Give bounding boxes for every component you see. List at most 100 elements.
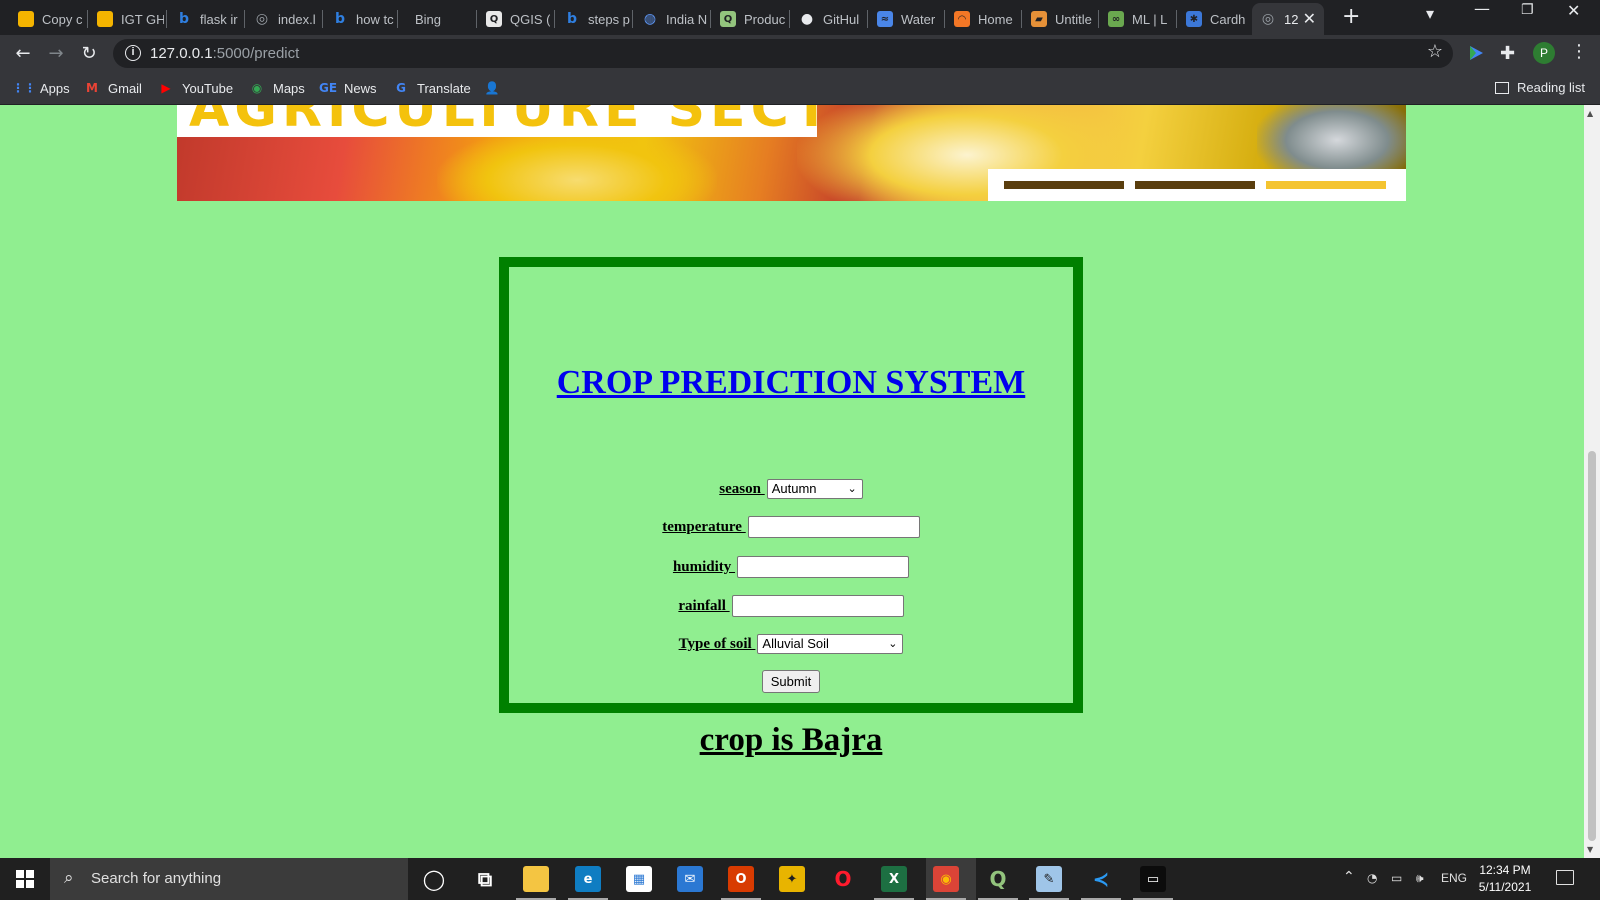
humidity-input[interactable] — [737, 556, 910, 578]
site-info-icon[interactable]: i — [125, 45, 141, 61]
puzzle-app-icon[interactable]: ✦ — [779, 866, 805, 892]
bookmark-item[interactable]: M Gmail — [84, 80, 142, 96]
browser-tab[interactable]: ◍ India N — [634, 3, 708, 35]
chrome-icon[interactable]: ◉ — [933, 866, 959, 892]
profile-avatar[interactable]: P — [1533, 42, 1555, 64]
humidity-row: humidity — [509, 556, 1073, 578]
season-select[interactable]: Autumn ⌄ — [766, 479, 863, 499]
browser-tab[interactable]: Copy c — [10, 3, 85, 35]
url-text[interactable]: 127.0.0.1:5000/predict — [150, 45, 299, 62]
extensions-puzzle-icon[interactable]: ✚ — [1500, 43, 1520, 64]
reload-icon[interactable]: ↻ — [76, 41, 102, 67]
new-tab-button[interactable]: + — [1342, 4, 1360, 29]
submit-button[interactable]: Submit — [761, 670, 821, 693]
tab-separator — [632, 10, 633, 28]
browser-tab[interactable]: ≈ Water — [869, 3, 942, 35]
browser-tab[interactable]: ● GitHul — [791, 3, 865, 35]
battery-icon[interactable]: ▭ — [1391, 871, 1402, 885]
wifi-icon[interactable]: ◔ — [1367, 871, 1377, 885]
notepad-icon[interactable]: ✎ — [1036, 866, 1062, 892]
jupyter-icon: ◠ — [954, 11, 970, 27]
qgis-icon[interactable]: Q — [985, 866, 1011, 892]
browser-tab-title: index.l — [278, 11, 316, 27]
browser-tab-title: how tc — [356, 11, 394, 27]
rainfall-input[interactable] — [731, 595, 904, 617]
office-icon[interactable]: O — [728, 866, 754, 892]
edge-icon[interactable]: e — [575, 866, 601, 892]
season-label: season — [719, 480, 765, 497]
soil-select-value: Alluvial Soil — [762, 636, 829, 651]
url-path: :5000/predict — [212, 45, 300, 62]
browser-tab[interactable]: Q QGIS ( — [478, 3, 552, 35]
bookmark-item[interactable]: ◉ Maps — [249, 80, 305, 96]
address-bar[interactable]: i 127.0.0.1:5000/predict ☆ — [113, 39, 1453, 68]
language-indicator[interactable]: ENG — [1441, 871, 1467, 885]
reading-list-button[interactable]: Reading list — [1495, 80, 1585, 95]
agriculture-banner: AGRICULTURE SECTOR — [177, 105, 1406, 201]
scroll-down-icon[interactable]: ▼ — [1587, 845, 1593, 854]
slides-icon — [97, 11, 113, 27]
tab-separator — [554, 10, 555, 28]
browser-toolbar: ← → ↻ i 127.0.0.1:5000/predict ☆ ✚ P ⋮ — [0, 35, 1600, 72]
bookmark-item[interactable]: ▶ YouTube — [158, 80, 233, 96]
browser-tab[interactable]: b how tc — [324, 3, 395, 35]
windows-taskbar: ⌕ Search for anything ⌃ ◔ ▭ 🕪 ENG 12:34 … — [0, 858, 1600, 900]
contacts-icon: 👤 — [484, 81, 500, 95]
browser-tab-title: flask ir — [200, 11, 238, 27]
system-clock[interactable]: 12:34 PM 5/11/2021 — [1470, 862, 1540, 896]
menu-kebab-icon[interactable]: ⋮ — [1570, 41, 1588, 62]
minimize-button[interactable]: — — [1474, 0, 1490, 18]
windows-start-icon[interactable] — [16, 870, 34, 888]
bookmark-item[interactable]: GE News — [319, 80, 377, 96]
browser-tab[interactable]: IGT GH — [89, 3, 164, 35]
store-icon[interactable]: ▦ — [626, 866, 652, 892]
taskbar-search[interactable]: ⌕ Search for anything — [50, 858, 408, 900]
mail-icon[interactable]: ✉ — [677, 866, 703, 892]
scroll-up-icon[interactable]: ▲ — [1587, 109, 1593, 118]
vscode-icon[interactable]: ≺ — [1088, 866, 1114, 892]
browser-tab[interactable]: b flask ir — [168, 3, 242, 35]
volume-icon[interactable]: 🕪 — [1416, 871, 1424, 886]
browser-tab[interactable]: ∞ ML | L — [1100, 3, 1174, 35]
browser-tab-title: Cardh — [1210, 11, 1246, 27]
notification-center-icon[interactable] — [1556, 870, 1574, 885]
browser-tab[interactable]: ◎ index.l — [246, 3, 320, 35]
browser-tab[interactable]: Q Produc — [712, 3, 787, 35]
browser-tab-title: IGT GH — [121, 11, 164, 27]
browser-tab-title: GitHul — [823, 11, 860, 27]
task-view-icon[interactable]: ⧉ — [472, 866, 498, 892]
bookmark-item[interactable]: 👤 — [484, 80, 508, 96]
scroll-thumb[interactable] — [1588, 451, 1596, 841]
forward-arrow-icon[interactable]: → — [43, 41, 69, 67]
bookmark-item[interactable]: G Translate — [393, 80, 471, 96]
browser-tab[interactable]: ✱ Cardh — [1178, 3, 1248, 35]
bookmark-label: YouTube — [182, 80, 234, 96]
opera-icon[interactable]: O — [830, 866, 856, 892]
soil-select[interactable]: Alluvial Soil ⌄ — [757, 634, 904, 654]
tab-search-icon[interactable]: ▾ — [1426, 4, 1434, 23]
temperature-input[interactable] — [747, 516, 920, 538]
form-title-link[interactable]: CROP PREDICTION SYSTEM — [509, 364, 1073, 402]
close-tab-icon[interactable]: ✕ — [1303, 9, 1316, 28]
browser-tab[interactable]: ◠ Home — [946, 3, 1019, 35]
globe-icon: ◎ — [255, 11, 269, 27]
bookmark-item[interactable]: ⋮⋮ Apps — [12, 80, 70, 96]
browser-tab[interactable]: ◎ 12 ✕ — [1252, 3, 1324, 35]
cortana-icon[interactable]: ◯ — [421, 866, 447, 892]
asterisk-icon: ✱ — [1186, 11, 1202, 27]
bookmark-star-icon[interactable]: ☆ — [1427, 41, 1443, 62]
page-scrollbar[interactable]: ▲ ▼ — [1584, 105, 1600, 858]
browser-tab[interactable]: b steps p — [556, 3, 630, 35]
browser-tab[interactable]: ▰ Untitle — [1023, 3, 1096, 35]
tray-chevron-up-icon[interactable]: ⌃ — [1343, 869, 1355, 885]
close-window-button[interactable]: ✕ — [1567, 1, 1580, 20]
file-explorer-icon[interactable] — [523, 866, 549, 892]
play-extension-icon[interactable] — [1466, 43, 1486, 63]
back-arrow-icon[interactable]: ← — [10, 41, 36, 67]
github-icon: ● — [800, 11, 814, 27]
restore-button[interactable]: ❐ — [1521, 2, 1534, 18]
terminal-icon[interactable]: ▭ — [1140, 866, 1166, 892]
excel-icon[interactable]: X — [881, 866, 907, 892]
search-icon: ⌕ — [64, 868, 74, 888]
browser-tab[interactable]: Bing — [399, 3, 474, 35]
